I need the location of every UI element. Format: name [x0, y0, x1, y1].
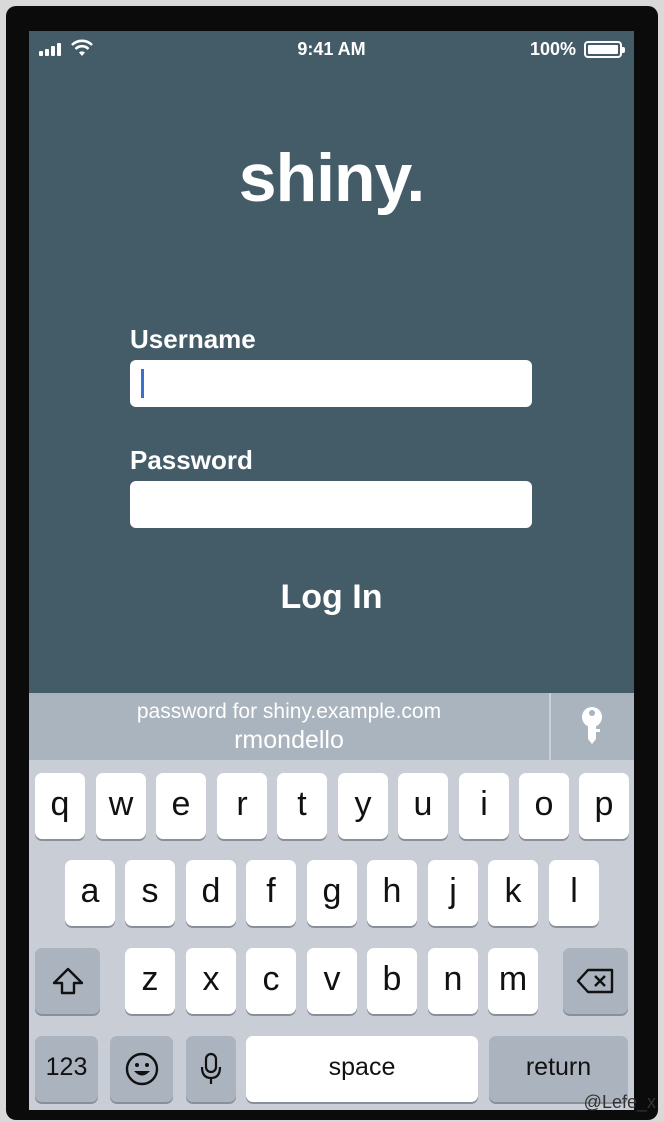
backspace-icon — [576, 968, 613, 994]
key-e[interactable]: e — [156, 773, 206, 839]
emoji-key[interactable] — [110, 1036, 173, 1102]
autofill-account: rmondello — [234, 726, 344, 754]
key-j[interactable]: j — [428, 860, 478, 926]
key-l[interactable]: l — [549, 860, 599, 926]
shift-key[interactable] — [35, 948, 100, 1014]
username-label: Username — [130, 324, 256, 354]
password-label: Password — [130, 445, 253, 475]
battery-percent: 100% — [529, 39, 576, 59]
key-g[interactable]: g — [307, 860, 357, 926]
key-c[interactable]: c — [246, 948, 296, 1014]
key-s[interactable]: s — [125, 860, 175, 926]
autofill-suggestion[interactable]: password for shiny.example.com rmondello — [29, 693, 549, 760]
key-q[interactable]: q — [35, 773, 85, 839]
key-a[interactable]: a — [65, 860, 115, 926]
key-n[interactable]: n — [428, 948, 478, 1014]
status-bar: 9:41 AM 100% — [29, 31, 634, 67]
password-input[interactable] — [130, 481, 532, 528]
username-input[interactable] — [130, 360, 532, 407]
phone-screen: 9:41 AM 100% shiny. Username Password Lo… — [29, 31, 634, 1110]
watermark: @Lefe_x — [583, 1092, 656, 1112]
keyboard: q w e r t y u i o p a s d f g h j k l z — [29, 760, 634, 1110]
microphone-icon — [200, 1052, 222, 1084]
key-k[interactable]: k — [488, 860, 538, 926]
key-v[interactable]: v — [307, 948, 357, 1014]
key-r[interactable]: r — [217, 773, 267, 839]
key-i[interactable]: i — [459, 773, 509, 839]
space-key[interactable]: space — [246, 1036, 478, 1102]
text-cursor — [141, 369, 144, 398]
key-m[interactable]: m — [488, 948, 538, 1014]
password-key-button[interactable] — [551, 693, 634, 760]
shift-icon — [52, 967, 83, 995]
password-autofill-bar: password for shiny.example.com rmondello — [29, 693, 634, 760]
key-h[interactable]: h — [367, 860, 417, 926]
key-w[interactable]: w — [96, 773, 146, 839]
key-d[interactable]: d — [186, 860, 236, 926]
numbers-key[interactable]: 123 — [35, 1036, 98, 1102]
key-icon — [582, 707, 602, 744]
app-logo: shiny. — [238, 140, 425, 216]
key-p[interactable]: p — [579, 773, 629, 839]
battery-icon — [584, 41, 625, 58]
key-y[interactable]: y — [338, 773, 388, 839]
dictation-key[interactable] — [186, 1036, 236, 1102]
autofill-caption: password for shiny.example.com — [136, 700, 442, 723]
key-o[interactable]: o — [519, 773, 569, 839]
backspace-key[interactable] — [563, 948, 628, 1014]
key-t[interactable]: t — [277, 773, 327, 839]
key-u[interactable]: u — [398, 773, 448, 839]
key-x[interactable]: x — [186, 948, 236, 1014]
emoji-icon — [125, 1052, 158, 1086]
login-button[interactable]: Log In — [29, 578, 634, 617]
key-f[interactable]: f — [246, 860, 296, 926]
key-z[interactable]: z — [125, 948, 175, 1014]
device-frame: 9:41 AM 100% shiny. Username Password Lo… — [0, 0, 664, 1122]
key-b[interactable]: b — [367, 948, 417, 1014]
